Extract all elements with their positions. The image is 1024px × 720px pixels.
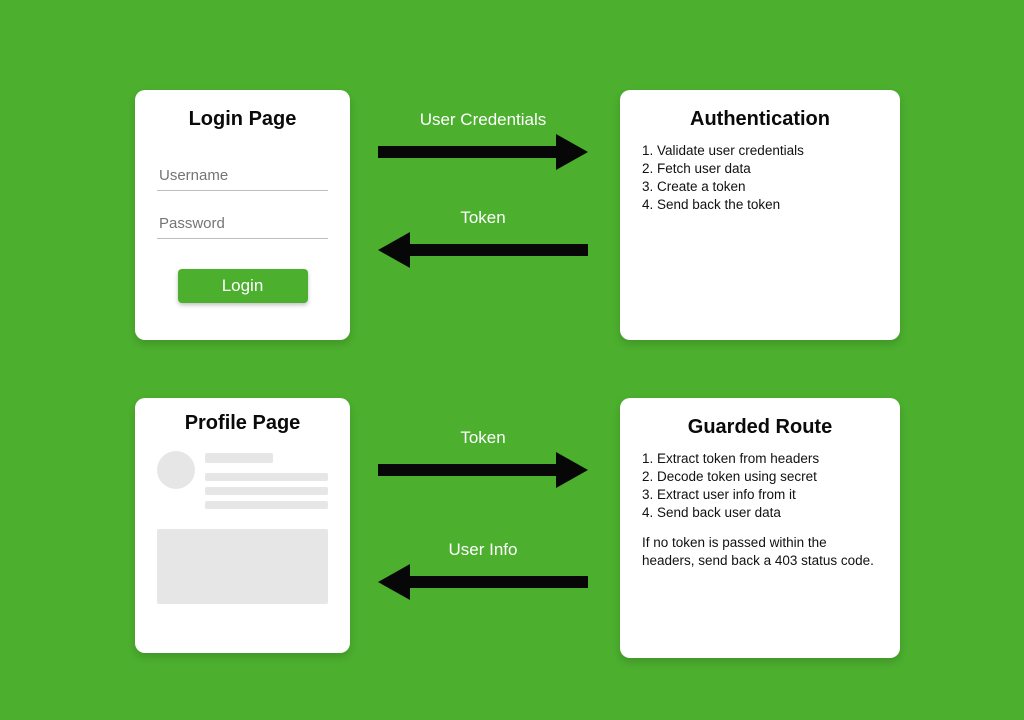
arrow-user-credentials: User Credentials <box>378 110 588 170</box>
guarded-route-note: If no token is passed within the headers… <box>642 534 878 570</box>
arrow-label: Token <box>378 208 588 228</box>
login-page-card: Login Page Login <box>135 90 350 340</box>
auth-step: 3. Create a token <box>642 179 878 194</box>
guarded-route-steps: 1. Extract token from headers 2. Decode … <box>642 451 878 520</box>
placeholder-line <box>205 473 328 481</box>
arrow-right-icon <box>378 452 588 488</box>
authentication-card: Authentication 1. Validate user credenti… <box>620 90 900 340</box>
guard-step: 3. Extract user info from it <box>642 487 878 502</box>
placeholder-line <box>205 501 328 509</box>
guarded-route-card: Guarded Route 1. Extract token from head… <box>620 398 900 658</box>
profile-skeleton-row <box>157 451 328 509</box>
content-placeholder-block <box>157 529 328 604</box>
arrow-token-forward: Token <box>378 428 588 488</box>
arrow-right-icon <box>378 134 588 170</box>
text-lines-placeholder <box>205 451 328 509</box>
username-field[interactable] <box>157 161 328 191</box>
authentication-title: Authentication <box>642 108 878 131</box>
arrow-label: User Credentials <box>378 110 588 130</box>
arrow-left-icon <box>378 232 588 268</box>
guarded-route-title: Guarded Route <box>642 416 878 439</box>
auth-step: 1. Validate user credentials <box>642 143 878 158</box>
arrow-label: User Info <box>378 540 588 560</box>
arrow-label: Token <box>378 428 588 448</box>
avatar-placeholder <box>157 451 195 489</box>
profile-page-card: Profile Page <box>135 398 350 653</box>
auth-step: 2. Fetch user data <box>642 161 878 176</box>
guard-step: 2. Decode token using secret <box>642 469 878 484</box>
password-field[interactable] <box>157 209 328 239</box>
placeholder-line <box>205 453 273 463</box>
profile-page-title: Profile Page <box>157 412 328 435</box>
auth-step: 4. Send back the token <box>642 197 878 212</box>
authentication-steps: 1. Validate user credentials 2. Fetch us… <box>642 143 878 212</box>
login-page-title: Login Page <box>157 108 328 131</box>
arrow-user-info: User Info <box>378 540 588 600</box>
login-button[interactable]: Login <box>178 269 308 303</box>
arrow-token-back: Token <box>378 208 588 268</box>
guard-step: 1. Extract token from headers <box>642 451 878 466</box>
placeholder-line <box>205 487 328 495</box>
arrow-left-icon <box>378 564 588 600</box>
guard-step: 4. Send back user data <box>642 505 878 520</box>
